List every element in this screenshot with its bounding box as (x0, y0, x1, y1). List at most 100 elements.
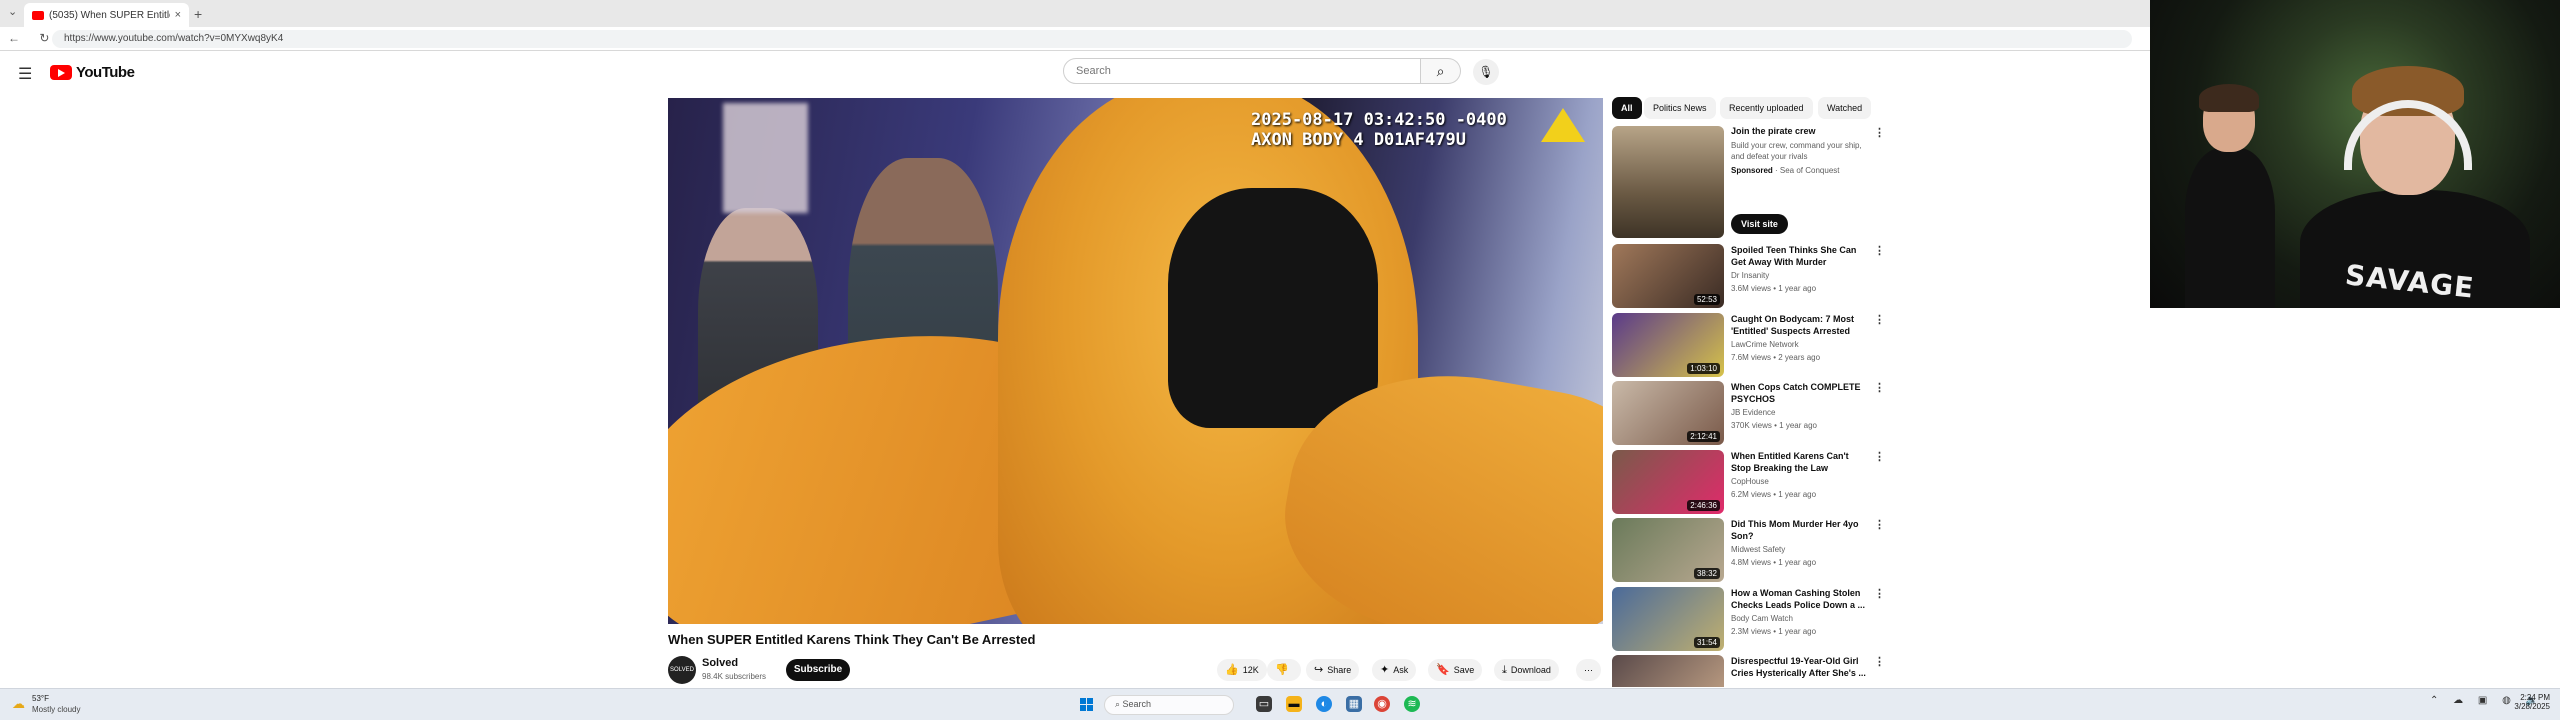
taskbar-clock[interactable]: 2:24 PM 3/28/2025 (2502, 693, 2550, 711)
video-thumbnail[interactable]: 2:12:41 (1612, 381, 1724, 445)
video-thumbnail[interactable] (1612, 655, 1724, 687)
share-button[interactable]: ↪ Share (1306, 659, 1360, 681)
store-icon[interactable]: ▦ (1346, 696, 1362, 712)
subscribe-button[interactable]: Subscribe (786, 659, 850, 681)
menu-icon[interactable]: ☰ (18, 64, 32, 84)
sparkle-icon: ✦ (1380, 664, 1390, 676)
sponsored-label: Sponsored (1731, 166, 1773, 175)
video-duration: 2:46:36 (1687, 499, 1720, 511)
ad-thumbnail[interactable] (1612, 126, 1724, 238)
recommendation-item[interactable]: 38:32 Did This Mom Murder Her 4yo Son? Mid… (1612, 518, 1885, 582)
ask-label: Ask (1393, 665, 1409, 675)
chip-recently-uploaded[interactable]: Recently uploaded (1720, 97, 1813, 119)
file-explorer-icon[interactable]: ▬ (1286, 696, 1302, 712)
recommendation-title[interactable]: Caught On Bodycam: 7 Most 'Entitled' Sus… (1731, 313, 1869, 337)
visit-site-button[interactable]: Visit site (1731, 214, 1788, 234)
recommendation-channel[interactable]: JB Evidence (1731, 408, 1775, 417)
recommendation-item[interactable]: 1:03:10 Caught On Bodycam: 7 Most 'Entitl… (1612, 312, 1885, 377)
recommendation-title[interactable]: When Cops Catch COMPLETE PSYCHOS (1731, 381, 1869, 405)
dislike-button[interactable]: 👎 (1267, 659, 1301, 681)
like-count: 12K (1242, 665, 1259, 675)
search-button[interactable]: ⌕ (1421, 58, 1461, 84)
recommendation-channel[interactable]: Dr Insanity (1731, 271, 1769, 280)
channel-avatar[interactable]: SOLVED (668, 656, 696, 684)
sponsored-ad[interactable]: Join the pirate crew Build your crew, co… (1612, 126, 1885, 238)
recommendation-channel[interactable]: LawCrime Network (1731, 340, 1799, 349)
webcam-overlay: SAVAGE (2150, 0, 2560, 308)
url-field[interactable]: https://www.youtube.com/watch?v=0MYXwq8y… (52, 30, 2132, 48)
recommendation-channel[interactable]: CopHouse (1731, 477, 1769, 486)
video-thumbnail[interactable]: 52:53 (1612, 244, 1724, 308)
share-icon: ↪ (1314, 664, 1324, 676)
video-thumbnail[interactable]: 38:32 (1612, 518, 1724, 582)
chip-all[interactable]: All (1612, 97, 1642, 119)
channel-name[interactable]: Solved (702, 657, 738, 669)
ask-button[interactable]: ✦ Ask (1372, 659, 1417, 681)
more-vert-icon[interactable]: ⋮ (1874, 381, 1885, 394)
recommendation-title[interactable]: How a Woman Cashing Stolen Checks Leads … (1731, 587, 1869, 611)
video-duration: 2:12:41 (1687, 431, 1720, 442)
more-vert-icon[interactable]: ⋮ (1874, 587, 1885, 600)
chip-politics-news[interactable]: Politics News (1644, 97, 1716, 119)
recommendation-meta: 3.6M views • 1 year ago (1731, 284, 1817, 293)
taskbar-search-label: Search (1122, 699, 1152, 709)
chrome-icon[interactable]: ◉ (1374, 696, 1390, 712)
more-vert-icon[interactable]: ⋮ (1874, 518, 1885, 531)
webcam-child (2185, 84, 2275, 308)
task-view-icon[interactable]: ▭ (1256, 696, 1272, 712)
weather-condition: Mostly cloudy (32, 705, 81, 714)
edge-browser-icon[interactable]: ◐ (1316, 696, 1332, 712)
recommendation-item[interactable]: Disrespectful 19-Year-Old Girl Cries Hys… (1612, 655, 1882, 687)
ad-description: Build your crew, command your ship, and … (1731, 141, 1862, 161)
save-button[interactable]: 🔖 Save (1428, 659, 1483, 681)
tab-menu-icon[interactable]: ⌄ (8, 5, 17, 18)
recommendation-title[interactable]: Did This Mom Murder Her 4yo Son? (1731, 518, 1869, 542)
recommendation-item[interactable]: 52:53 Spoiled Teen Thinks She Can Get Awa… (1612, 244, 1885, 308)
chip-watched[interactable]: Watched (1818, 97, 1872, 119)
more-vert-icon[interactable]: ⋮ (1874, 313, 1885, 326)
video-thumbnail[interactable]: 1:03:10 (1612, 312, 1724, 377)
recommendation-item[interactable]: 31:54 How a Woman Cashing Stolen Checks L… (1612, 586, 1885, 651)
more-vert-icon[interactable]: ⋮ (1874, 450, 1885, 463)
recommendation-channel[interactable]: Midwest Safety (1731, 545, 1785, 554)
windows-logo-tile (1087, 705, 1093, 711)
video-thumbnail[interactable]: 2:46:36 (1612, 449, 1724, 514)
voice-search-button[interactable]: 🎙 (1473, 59, 1499, 85)
recommendation-meta: 370K views • 1 year ago (1731, 421, 1817, 430)
more-vert-icon[interactable]: ⋮ (1874, 655, 1882, 668)
search-input[interactable]: Search (1063, 58, 1421, 84)
tab-close-icon[interactable]: × (175, 9, 181, 21)
youtube-favicon-icon (32, 10, 44, 20)
start-button[interactable] (1080, 698, 1094, 712)
recommendation-item[interactable]: 2:46:36 When Entitled Karens Can't Stop B… (1612, 449, 1885, 514)
recommendation-title[interactable]: Spoiled Teen Thinks She Can Get Away Wit… (1731, 244, 1869, 268)
search-icon: ⌕ (1436, 63, 1445, 79)
recommendation-meta: 7.6M views • 2 years ago (1731, 352, 1821, 362)
more-actions-button[interactable]: ⋯ (1576, 659, 1601, 681)
recommendation-title[interactable]: When Entitled Karens Can't Stop Breaking… (1731, 450, 1869, 474)
video-player[interactable]: 2025-08-17 03:42:50 -0400 AXON BODY 4 D0… (668, 98, 1603, 624)
recommendation-channel[interactable]: Body Cam Watch (1731, 614, 1793, 623)
nav-buttons[interactable]: ← ↻ (8, 31, 57, 45)
taskbar-search[interactable]: ⌕ Search (1104, 695, 1234, 715)
spotify-icon[interactable]: ≋ (1404, 696, 1420, 712)
recommendation-meta: 2.3M views • 1 year ago (1731, 626, 1817, 636)
youtube-logo[interactable]: YouTube (50, 64, 135, 81)
new-tab-button[interactable]: + (194, 6, 202, 22)
browser-tab[interactable]: (5035) When SUPER Entitled × (24, 3, 189, 27)
more-vert-icon[interactable]: ⋮ (1874, 126, 1885, 139)
share-label: Share (1327, 665, 1352, 675)
windows-taskbar: ☁ 53°F Mostly cloudy ⌕ Search ▭ ▬ ◐ ▦ ◉ … (0, 688, 2560, 720)
recommendation-title[interactable]: Disrespectful 19-Year-Old Girl Cries Hys… (1731, 655, 1869, 679)
video-title: When SUPER Entitled Karens Think They Ca… (668, 632, 1036, 647)
download-icon: ⤓ (1502, 664, 1507, 676)
recommendation-item[interactable]: 2:12:41 When Cops Catch COMPLETE PSYCHOS J… (1612, 381, 1885, 445)
download-button[interactable]: ⤓ Download (1494, 659, 1559, 681)
like-button[interactable]: 👍 12K (1217, 659, 1267, 681)
ad-title[interactable]: Join the pirate crew (1731, 126, 1816, 136)
download-label: Download (1510, 665, 1551, 675)
more-vert-icon[interactable]: ⋮ (1874, 244, 1885, 257)
mic-icon: 🎙 (1478, 65, 1494, 79)
video-thumbnail[interactable]: 31:54 (1612, 586, 1724, 651)
video-duration: 38:32 (1693, 568, 1720, 579)
